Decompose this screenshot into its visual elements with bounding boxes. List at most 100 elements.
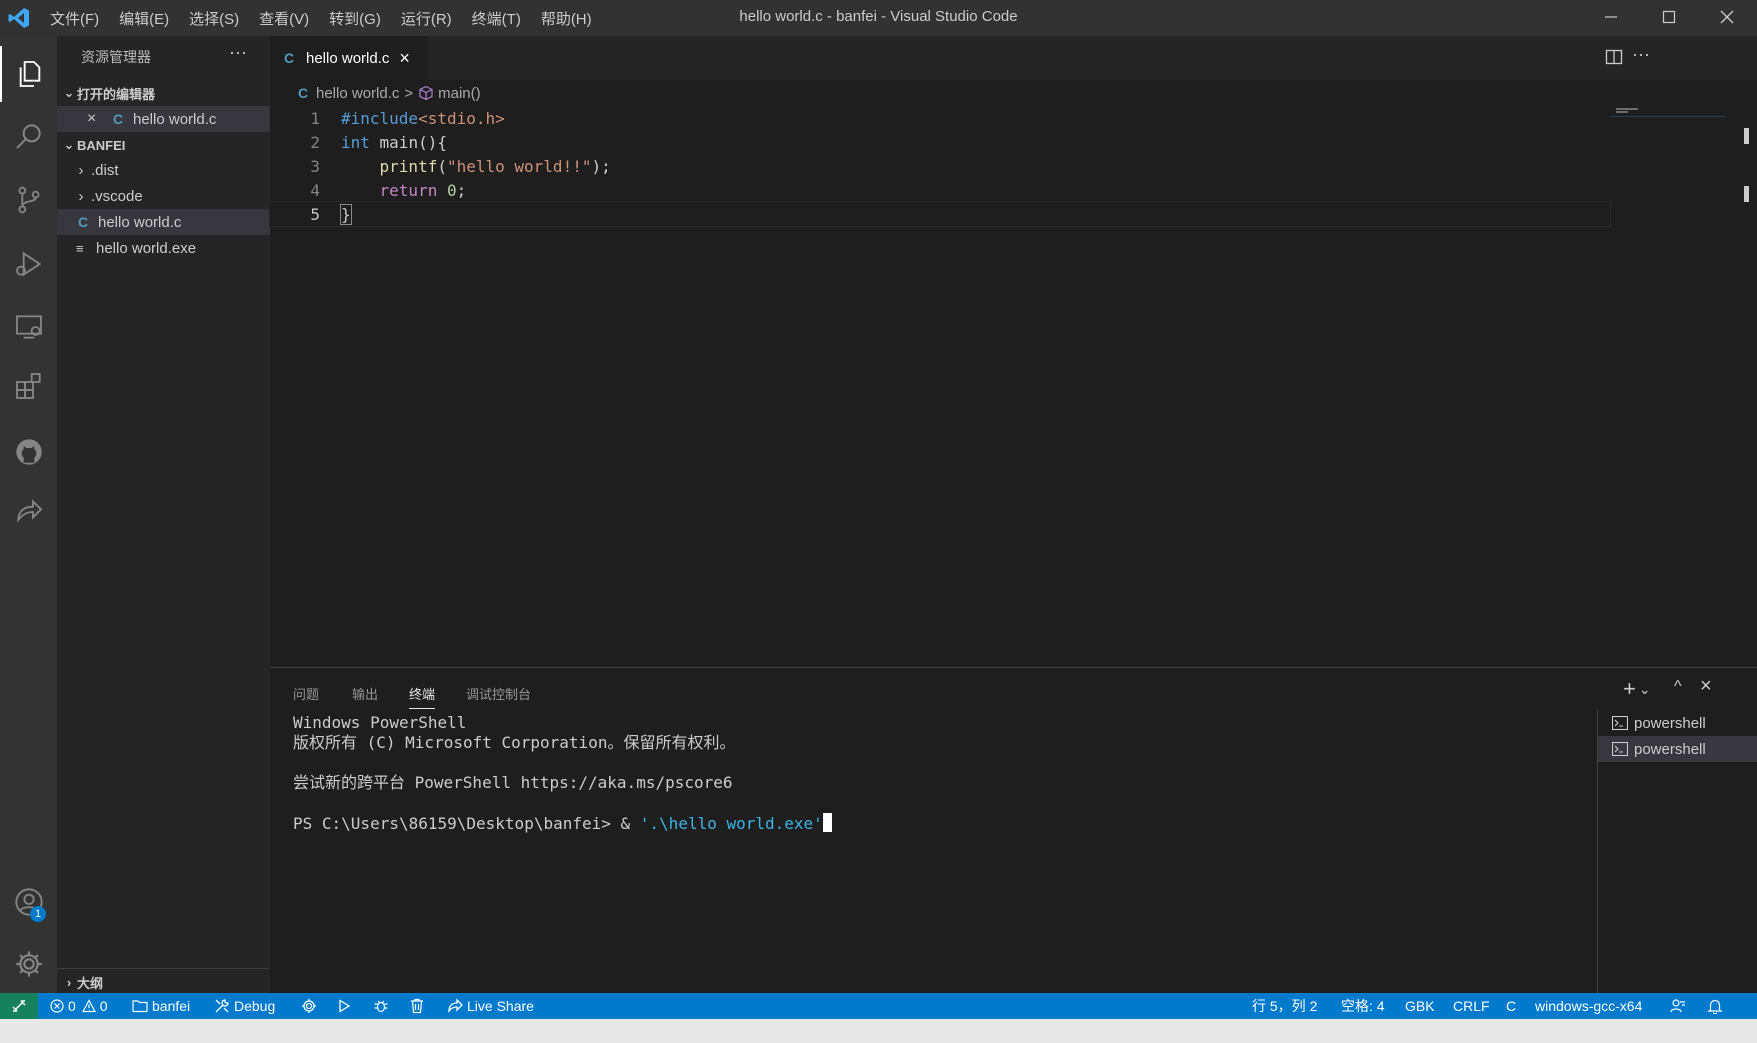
folder-section[interactable]: ⌄ BANFEI: [57, 132, 270, 158]
menu-bar: 文件(F) 编辑(E) 选择(S) 查看(V) 转到(G) 运行(R) 终端(T…: [50, 0, 592, 36]
split-editor-button[interactable]: [1605, 48, 1623, 70]
code-token: );: [591, 156, 611, 176]
line-number: 1: [310, 108, 320, 128]
menu-selection[interactable]: 选择(S): [189, 8, 239, 29]
activity-bar: 1: [0, 36, 57, 1000]
bell-icon: [1707, 999, 1723, 1014]
remote-indicator-button[interactable]: [0, 993, 38, 1019]
language-mode-status[interactable]: C: [1506, 993, 1516, 1019]
menu-view[interactable]: 查看(V): [259, 8, 309, 29]
terminal-icon: [1612, 742, 1628, 756]
activity-manage[interactable]: [0, 936, 57, 992]
editor-tab-bar: C hello world.c × ···: [270, 36, 1757, 80]
chevron-down-icon[interactable]: ⌄: [1639, 681, 1651, 698]
error-count: 0: [68, 998, 76, 1014]
play-icon: [339, 999, 351, 1013]
tree-item-label: hello world.exe: [96, 239, 197, 257]
eol-status[interactable]: CRLF: [1453, 993, 1490, 1019]
trash-icon: [411, 998, 423, 1014]
chevron-right-icon: ›: [66, 974, 72, 990]
minimize-button[interactable]: [1583, 0, 1639, 34]
editor-scrollbar[interactable]: [1735, 80, 1757, 668]
close-window-button[interactable]: [1699, 0, 1755, 34]
tab-hello-world-c[interactable]: C hello world.c ×: [270, 36, 428, 80]
activity-live-share[interactable]: [0, 484, 57, 540]
tab-debug-console[interactable]: 调试控制台: [466, 684, 531, 703]
open-editor-item[interactable]: × C hello world.c: [57, 106, 270, 132]
activity-explorer[interactable]: [0, 46, 57, 102]
notifications-button[interactable]: [1707, 993, 1723, 1019]
folder-status[interactable]: banfei: [132, 993, 190, 1019]
accounts-badge: 1: [30, 906, 46, 922]
activity-source-control[interactable]: [0, 172, 57, 228]
activity-search[interactable]: [0, 108, 57, 164]
terminal-instance[interactable]: powershell: [1598, 710, 1757, 736]
terminal-output[interactable]: Windows PowerShell 版权所有 (C) Microsoft Co…: [293, 713, 832, 833]
tree-item-label: .vscode: [91, 187, 143, 205]
menu-go[interactable]: 转到(G): [329, 8, 381, 29]
editor-more-actions-button[interactable]: ···: [1632, 44, 1650, 65]
tab-close-icon[interactable]: ×: [399, 48, 410, 69]
c-config-status[interactable]: windows-gcc-x64: [1535, 993, 1642, 1019]
feedback-button[interactable]: [1670, 993, 1686, 1019]
build-settings-button[interactable]: [301, 993, 317, 1019]
code-token: (: [437, 156, 447, 176]
menu-terminal[interactable]: 终端(T): [472, 8, 521, 29]
tree-item-vscode[interactable]: › .vscode: [57, 183, 270, 209]
breadcrumb-symbol[interactable]: main(): [438, 85, 481, 102]
warning-icon: [81, 999, 96, 1013]
c-file-icon: C: [112, 111, 124, 127]
close-icon[interactable]: ×: [87, 110, 105, 128]
cursor-position-status[interactable]: 行 5，列 2: [1252, 993, 1317, 1019]
breadcrumb-file[interactable]: hello world.c: [316, 85, 399, 102]
activity-accounts[interactable]: 1: [0, 874, 57, 930]
menu-edit[interactable]: 编辑(E): [119, 8, 169, 29]
tree-item-hello-world-c[interactable]: C hello world.c: [57, 209, 270, 235]
debug-config-status[interactable]: Debug: [214, 993, 275, 1019]
debug-button[interactable]: [373, 993, 389, 1019]
close-panel-button[interactable]: ×: [1700, 675, 1712, 698]
menu-run[interactable]: 运行(R): [401, 8, 452, 29]
c-file-icon: C: [77, 214, 89, 230]
activity-remote-explorer[interactable]: [0, 299, 57, 355]
menu-help[interactable]: 帮助(H): [541, 8, 592, 29]
indentation-status[interactable]: 空格: 4: [1341, 993, 1385, 1019]
feedback-icon: [1670, 999, 1685, 1013]
encoding-status[interactable]: GBK: [1405, 993, 1435, 1019]
code-token: <stdio.h>: [418, 108, 505, 128]
run-debug-icon: [15, 251, 41, 277]
explorer-sidebar: 资源管理器 ··· ⌄ 打开的编辑器 × C hello world.c ⌄ B…: [57, 36, 270, 1000]
live-share-button[interactable]: Live Share: [447, 993, 534, 1019]
activity-run-debug[interactable]: [0, 236, 57, 292]
tab-terminal[interactable]: 终端: [409, 684, 436, 709]
clean-button[interactable]: [410, 993, 424, 1019]
tree-item-hello-world-exe[interactable]: ≡ hello world.exe: [57, 235, 270, 261]
folder-label: BANFEI: [77, 137, 126, 153]
maximize-panel-button[interactable]: ^: [1674, 678, 1682, 696]
tab-output[interactable]: 输出: [352, 684, 378, 703]
menu-file[interactable]: 文件(F): [50, 8, 99, 29]
tree-item-dist[interactable]: › .dist: [57, 157, 270, 183]
maximize-button[interactable]: [1641, 0, 1697, 34]
error-icon: [50, 999, 64, 1013]
activity-github[interactable]: [0, 424, 57, 480]
text-file-icon: ≡: [76, 240, 84, 256]
tab-label: hello world.c: [306, 49, 390, 67]
run-button[interactable]: [337, 993, 351, 1019]
minimap[interactable]: [1610, 106, 1725, 146]
terminal-instance-active[interactable]: powershell: [1598, 736, 1757, 762]
code-token: main(){: [369, 132, 447, 152]
open-editors-section[interactable]: ⌄ 打开的编辑器: [57, 80, 270, 106]
new-terminal-button[interactable]: + ⌄: [1623, 676, 1651, 702]
warning-count: 0: [99, 998, 108, 1014]
tab-problems[interactable]: 问题: [293, 684, 319, 703]
gear-icon: [15, 951, 42, 977]
problems-status[interactable]: 0 0: [50, 993, 108, 1019]
code-editor[interactable]: 1 #include <stdio.h> 2 int main(){ 3 prin…: [269, 106, 1611, 227]
tools-icon: [215, 999, 229, 1013]
code-token: 0: [446, 180, 457, 200]
more-actions-button[interactable]: ···: [229, 42, 247, 63]
activity-extensions[interactable]: [0, 358, 57, 414]
outline-section[interactable]: › 大纲: [57, 968, 270, 995]
code-token: printf: [379, 156, 438, 176]
